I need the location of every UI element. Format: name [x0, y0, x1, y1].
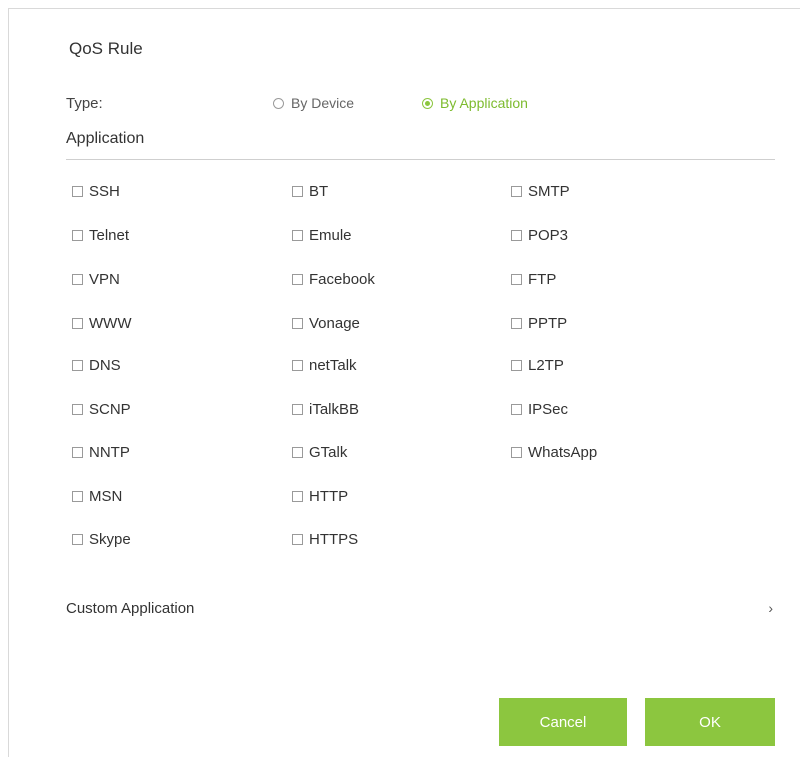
app-label: FTP [528, 270, 557, 288]
checkbox-icon [292, 185, 303, 197]
chevron-right-icon: › [768, 600, 773, 616]
dialog-title: QoS Rule [69, 39, 143, 58]
type-label: Type: [66, 95, 103, 112]
radio-unchecked-icon [273, 97, 284, 109]
app-checkbox-https[interactable]: HTTPS [292, 529, 358, 549]
checkbox-icon [511, 317, 522, 329]
app-label: iTalkBB [309, 400, 360, 418]
app-checkbox-dns[interactable]: DNS [72, 355, 121, 375]
app-label: HTTP [309, 487, 349, 505]
app-label: NNTP [89, 443, 130, 461]
checkbox-icon [72, 273, 83, 285]
checkbox-icon [511, 273, 522, 285]
app-label: BT [309, 182, 329, 200]
app-checkbox-ftp[interactable]: FTP [511, 269, 556, 289]
checkbox-icon [292, 317, 303, 329]
app-checkbox-http[interactable]: HTTP [292, 486, 348, 506]
app-checkbox-ssh[interactable]: SSH [72, 181, 120, 201]
app-label: IPSec [528, 400, 569, 418]
app-label: WWW [89, 314, 132, 332]
app-label: L2TP [528, 356, 564, 374]
app-label: SMTP [528, 182, 570, 200]
checkbox-icon [72, 229, 83, 241]
app-label: Telnet [89, 226, 130, 244]
app-label: GTalk [309, 443, 348, 461]
app-checkbox-vonage[interactable]: Vonage [292, 313, 360, 333]
checkbox-icon [292, 273, 303, 285]
app-checkbox-bt[interactable]: BT [292, 181, 328, 201]
app-label: Skype [89, 530, 131, 548]
checkbox-icon [292, 490, 303, 502]
app-checkbox-gtalk[interactable]: GTalk [292, 442, 347, 462]
checkbox-icon [511, 403, 522, 415]
checkbox-icon [72, 533, 83, 545]
cancel-button[interactable]: Cancel [499, 698, 627, 746]
radio-by-application[interactable]: By Application [422, 95, 528, 111]
app-checkbox-emule[interactable]: Emule [292, 225, 352, 245]
qos-rule-dialog: QoS Rule Type: By Device By Application … [8, 8, 800, 757]
section-divider [66, 159, 775, 160]
app-label: VPN [89, 270, 120, 288]
radio-by-application-label: By Application [440, 95, 528, 111]
app-label: Emule [309, 226, 352, 244]
app-label: WhatsApp [528, 443, 598, 461]
app-label: DNS [89, 356, 121, 374]
checkbox-icon [72, 403, 83, 415]
app-label: HTTPS [309, 530, 359, 548]
app-label: netTalk [309, 356, 357, 374]
app-label: POP3 [528, 226, 569, 244]
checkbox-icon [511, 446, 522, 458]
app-checkbox-www[interactable]: WWW [72, 313, 131, 333]
checkbox-icon [72, 359, 83, 371]
checkbox-icon [292, 359, 303, 371]
checkbox-icon [292, 446, 303, 458]
custom-application-label: Custom Application [66, 599, 195, 617]
checkbox-icon [292, 403, 303, 415]
checkbox-icon [292, 533, 303, 545]
checkbox-icon [511, 185, 522, 197]
app-checkbox-facebook[interactable]: Facebook [292, 269, 375, 289]
radio-by-device[interactable]: By Device [273, 95, 354, 111]
app-checkbox-telnet[interactable]: Telnet [72, 225, 129, 245]
app-checkbox-skype[interactable]: Skype [72, 529, 131, 549]
app-checkbox-scnp[interactable]: SCNP [72, 399, 131, 419]
checkbox-icon [72, 317, 83, 329]
app-checkbox-l2tp[interactable]: L2TP [511, 355, 564, 375]
app-checkbox-ipsec[interactable]: IPSec [511, 399, 568, 419]
app-checkbox-nettalk[interactable]: netTalk [292, 355, 357, 375]
checkbox-icon [511, 229, 522, 241]
app-label: PPTP [528, 314, 568, 332]
app-label: MSN [89, 487, 123, 505]
app-checkbox-whatsapp[interactable]: WhatsApp [511, 442, 597, 462]
app-checkbox-smtp[interactable]: SMTP [511, 181, 570, 201]
app-checkbox-vpn[interactable]: VPN [72, 269, 120, 289]
checkbox-icon [72, 185, 83, 197]
app-checkbox-pptp[interactable]: PPTP [511, 313, 567, 333]
app-checkbox-nntp[interactable]: NNTP [72, 442, 130, 462]
section-title-application: Application [66, 130, 145, 147]
app-checkbox-italkbb[interactable]: iTalkBB [292, 399, 359, 419]
checkbox-icon [292, 229, 303, 241]
radio-checked-icon [422, 97, 433, 109]
app-label: SCNP [89, 400, 131, 418]
app-checkbox-pop3[interactable]: POP3 [511, 225, 568, 245]
checkbox-icon [511, 359, 522, 371]
app-checkbox-msn[interactable]: MSN [72, 486, 122, 506]
ok-button[interactable]: OK [645, 698, 775, 746]
app-label: Facebook [309, 270, 375, 288]
radio-by-device-label: By Device [291, 95, 355, 111]
app-label: Vonage [309, 314, 360, 332]
checkbox-icon [72, 490, 83, 502]
app-label: SSH [89, 182, 120, 200]
checkbox-icon [72, 446, 83, 458]
custom-application-row[interactable]: Custom Application › [66, 597, 775, 619]
